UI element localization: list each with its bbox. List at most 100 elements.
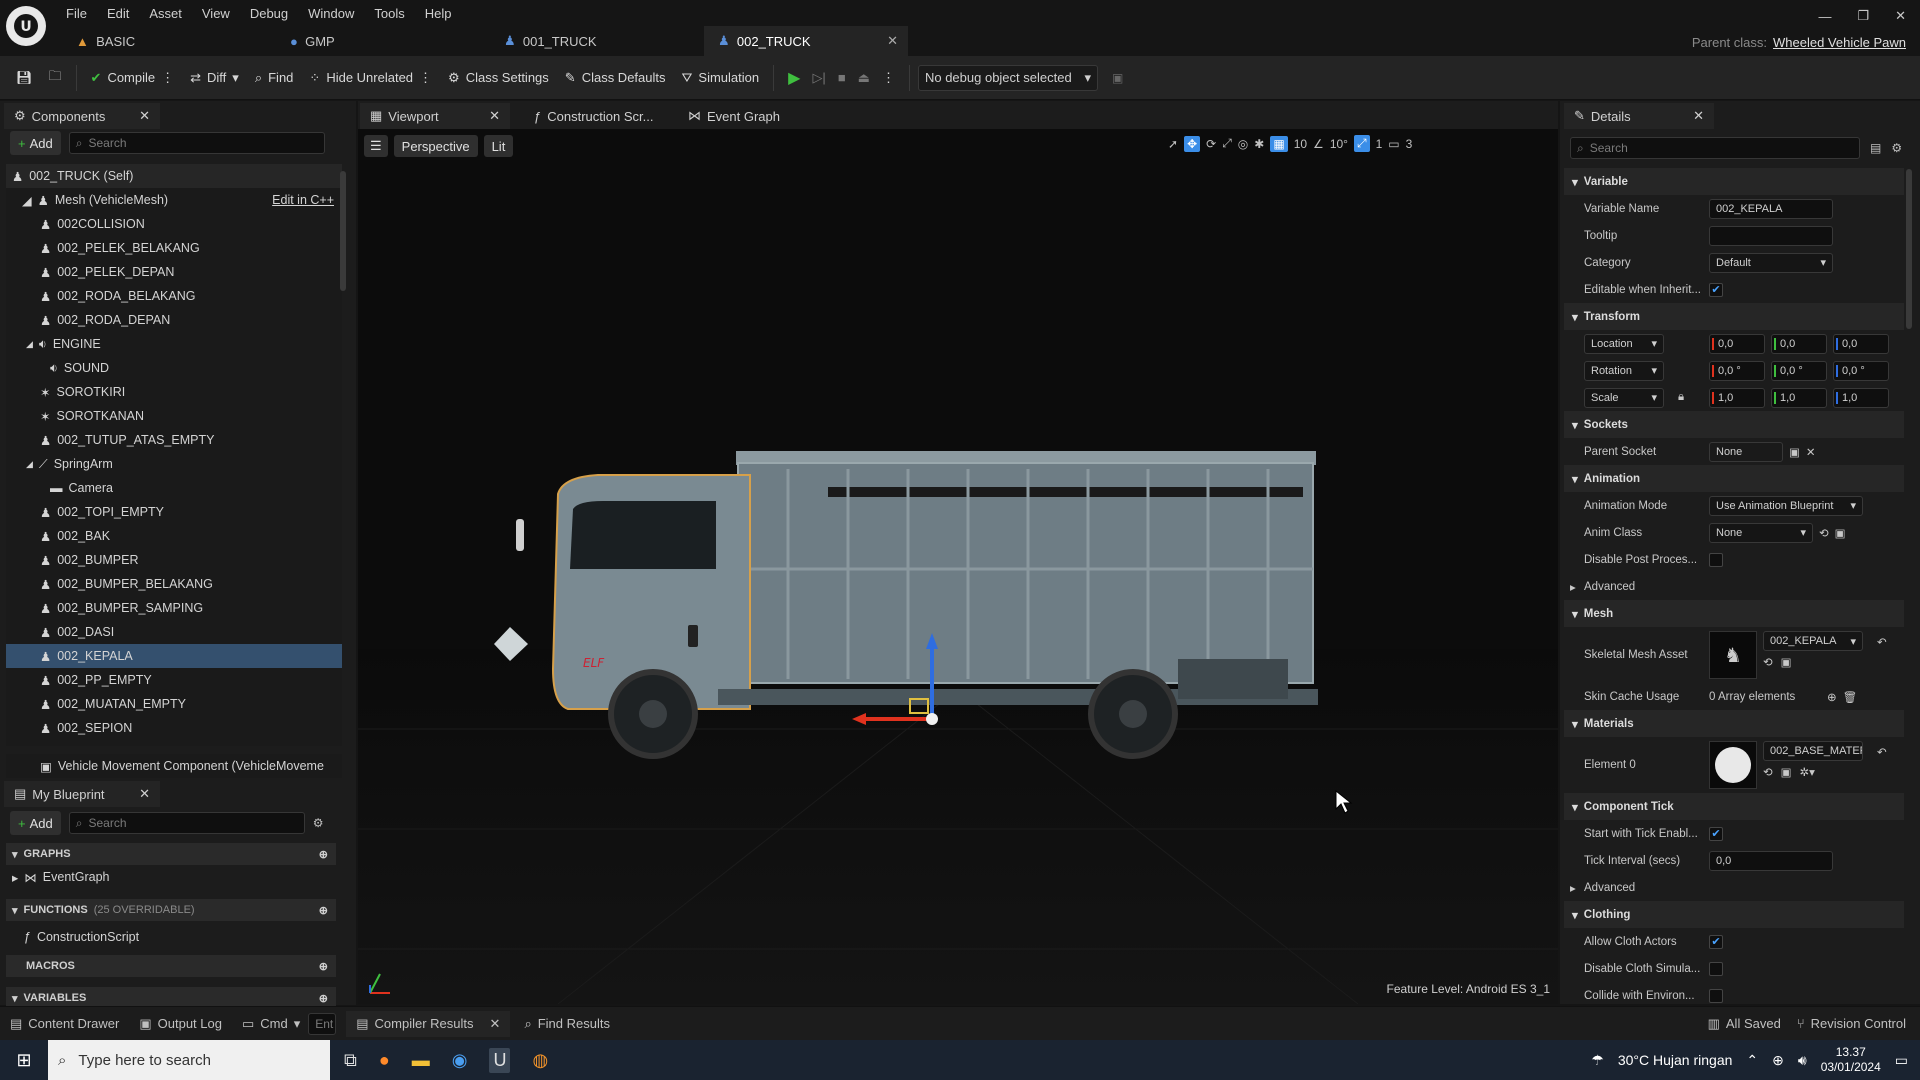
- mesh-thumbnail[interactable]: ♞: [1709, 631, 1757, 679]
- firefox-icon[interactable]: ●: [379, 1050, 390, 1071]
- location-x[interactable]: 0,0: [1709, 333, 1765, 354]
- tray-chevron-icon[interactable]: ⌃: [1746, 1052, 1758, 1069]
- lock-icon[interactable]: 🔒︎: [1678, 391, 1684, 404]
- location-z[interactable]: 0,0: [1833, 333, 1889, 354]
- compile-button[interactable]: ✔ Compile ⋮: [85, 62, 181, 94]
- surface-snap-icon[interactable]: ✱: [1254, 137, 1264, 151]
- class-settings-button[interactable]: ⚙ Class Settings: [442, 62, 555, 94]
- location-y[interactable]: 0,0: [1771, 333, 1827, 354]
- clear-icon[interactable]: ✕: [1806, 445, 1816, 459]
- menu-help[interactable]: Help: [415, 6, 462, 21]
- tree-item[interactable]: ♟ 002COLLISION: [6, 212, 342, 236]
- doc-tab-001-truck[interactable]: ♟ 001_TRUCK: [490, 26, 690, 56]
- clothing-section[interactable]: ▾ Clothing: [1564, 901, 1904, 928]
- chrome-icon[interactable]: ◉: [452, 1050, 468, 1071]
- tree-vehicle-movement[interactable]: ▣ Vehicle Movement Component (VehicleMove…: [6, 754, 342, 778]
- add-graph-icon[interactable]: ⊕: [319, 848, 328, 861]
- cmd-button[interactable]: ▭ Cmd ▾: [242, 1016, 300, 1032]
- eject-icon[interactable]: ⏏: [858, 70, 870, 86]
- menu-debug[interactable]: Debug: [240, 6, 298, 21]
- compiler-results-tab[interactable]: ▤ Compiler Results ✕: [346, 1010, 511, 1037]
- task-view-icon[interactable]: ⧉: [344, 1050, 357, 1071]
- scale-select[interactable]: Scale ▾: [1584, 387, 1664, 408]
- play-icon[interactable]: ▶: [788, 68, 800, 88]
- tree-item[interactable]: ◢ 🔉︎ ENGINE: [6, 332, 342, 356]
- use-selected-icon[interactable]: ⟲: [1763, 655, 1773, 669]
- viewport-tab[interactable]: ▦ Viewport ✕: [360, 103, 510, 129]
- my-blueprint-tab[interactable]: ▤ My Blueprint ✕: [4, 781, 160, 807]
- use-selected-icon[interactable]: ⟲: [1763, 765, 1773, 779]
- debug-filter-icon[interactable]: ▣: [1112, 71, 1123, 85]
- variable-section[interactable]: ▾ Variable: [1564, 168, 1904, 195]
- browse-icon[interactable]: ▣: [1781, 765, 1792, 779]
- tree-item[interactable]: ♟ 002_SEPION: [6, 716, 342, 740]
- animation-advanced-row[interactable]: ▸ Advanced: [1564, 573, 1904, 600]
- file-explorer-icon[interactable]: ▬: [412, 1050, 430, 1071]
- hide-unrelated-button[interactable]: ⁘ Hide Unrelated ⋮: [303, 62, 438, 94]
- tree-item[interactable]: 🔉︎ SOUND: [6, 356, 342, 380]
- close-window-icon[interactable]: ✕: [1895, 8, 1906, 24]
- add-component-button[interactable]: + Add: [10, 131, 61, 155]
- tick-advanced-row[interactable]: ▸ Advanced: [1564, 874, 1904, 901]
- tree-item[interactable]: ♟ 002_DASI: [6, 620, 342, 644]
- category-select[interactable]: Default ▾: [1709, 252, 1833, 273]
- network-icon[interactable]: ⊕: [1772, 1052, 1784, 1069]
- grid-snap-icon[interactable]: ▦: [1270, 135, 1288, 152]
- tick-interval-field[interactable]: 0,0: [1709, 850, 1833, 871]
- expand-icon[interactable]: ▸: [12, 870, 18, 885]
- tree-item[interactable]: ♟ 002_BUMPER_SAMPING: [6, 596, 342, 620]
- component-tick-section[interactable]: ▾ Component Tick: [1564, 793, 1904, 820]
- event-graph-item[interactable]: ▸ ⋈ EventGraph: [6, 865, 336, 889]
- scale-y[interactable]: 1,0: [1771, 387, 1827, 408]
- skeletal-mesh-select[interactable]: 002_KEPALA ▾: [1763, 631, 1863, 651]
- location-select[interactable]: Location ▾: [1584, 333, 1664, 354]
- scale-x[interactable]: 1,0: [1709, 387, 1765, 408]
- close-tab-icon[interactable]: ✕: [139, 108, 150, 124]
- cmd-input[interactable]: Ent: [308, 1012, 337, 1035]
- tree-item[interactable]: ♟ 002_TOPI_EMPTY: [6, 500, 342, 524]
- editable-checkbox[interactable]: ✔: [1709, 282, 1723, 297]
- class-defaults-button[interactable]: ✎ Class Defaults: [559, 62, 672, 94]
- collapse-icon[interactable]: ◢: [26, 459, 33, 470]
- tree-item[interactable]: ♟ 002_MUATAN_EMPTY: [6, 692, 342, 716]
- lit-button[interactable]: Lit: [483, 135, 514, 157]
- graphs-section[interactable]: ▾ GRAPHS ⊕: [6, 843, 336, 865]
- rotate-icon[interactable]: ⟳: [1206, 137, 1216, 151]
- mesh-section[interactable]: ▾ Mesh: [1564, 600, 1904, 627]
- components-scrollbar[interactable]: [340, 171, 346, 291]
- macros-section[interactable]: MACROS ⊕: [6, 955, 336, 977]
- functions-section[interactable]: ▾ FUNCTIONS (25 OVERRIDABLE) ⊕: [6, 899, 336, 921]
- camera-speed-icon[interactable]: ▭: [1388, 137, 1399, 151]
- animation-mode-select[interactable]: Use Animation Blueprint ▾: [1709, 495, 1863, 516]
- more-icon[interactable]: ⋮: [161, 70, 174, 86]
- clock[interactable]: 13.37 03/01/2024: [1821, 1045, 1881, 1075]
- close-tab-icon[interactable]: ✕: [489, 108, 500, 124]
- tree-mesh[interactable]: ◢ ♟ Mesh (VehicleMesh) Edit in C++: [6, 188, 342, 212]
- add-macro-icon[interactable]: ⊕: [319, 960, 328, 973]
- doc-tab-basic[interactable]: ▲ BASIC: [62, 26, 262, 56]
- translate-icon[interactable]: ✥: [1184, 135, 1201, 152]
- tree-item[interactable]: ♟ 002_PELEK_BELAKANG: [6, 236, 342, 260]
- angle-snap-icon[interactable]: ∠: [1313, 137, 1324, 151]
- output-log-button[interactable]: ▣ Output Log: [139, 1016, 222, 1032]
- edit-in-cpp-link[interactable]: Edit in C++: [272, 193, 334, 207]
- stop-icon[interactable]: ■: [838, 70, 846, 85]
- components-search[interactable]: ⌕ Search: [68, 132, 325, 154]
- content-drawer-button[interactable]: ▤ Content Drawer: [10, 1016, 119, 1032]
- camera-speed-value[interactable]: 3: [1406, 137, 1413, 151]
- menu-view[interactable]: View: [192, 6, 240, 21]
- details-tab[interactable]: ✎ Details ✕: [1564, 103, 1714, 129]
- gear-icon[interactable]: ⚙: [1891, 141, 1902, 155]
- tree-item[interactable]: ♟ 002_TUTUP_ATAS_EMPTY: [6, 428, 342, 452]
- close-tab-icon[interactable]: ✕: [139, 786, 150, 802]
- materials-section[interactable]: ▾ Materials: [1564, 710, 1904, 737]
- simulation-button[interactable]: ⛛ Simulation: [676, 62, 766, 94]
- tree-item[interactable]: ♟ 002_RODA_BELAKANG: [6, 284, 342, 308]
- taskbar-search[interactable]: ⌕ Type here to search: [48, 1040, 330, 1080]
- parent-class-link[interactable]: Wheeled Vehicle Pawn: [1773, 35, 1906, 50]
- save-button[interactable]: 💾︎: [10, 62, 39, 94]
- revision-control-button[interactable]: ⑂ Revision Control: [1797, 1016, 1906, 1031]
- trash-icon[interactable]: 🗑︎: [1843, 690, 1858, 704]
- add-variable-icon[interactable]: ⊕: [319, 992, 328, 1005]
- use-selected-icon[interactable]: ⟲: [1819, 526, 1829, 540]
